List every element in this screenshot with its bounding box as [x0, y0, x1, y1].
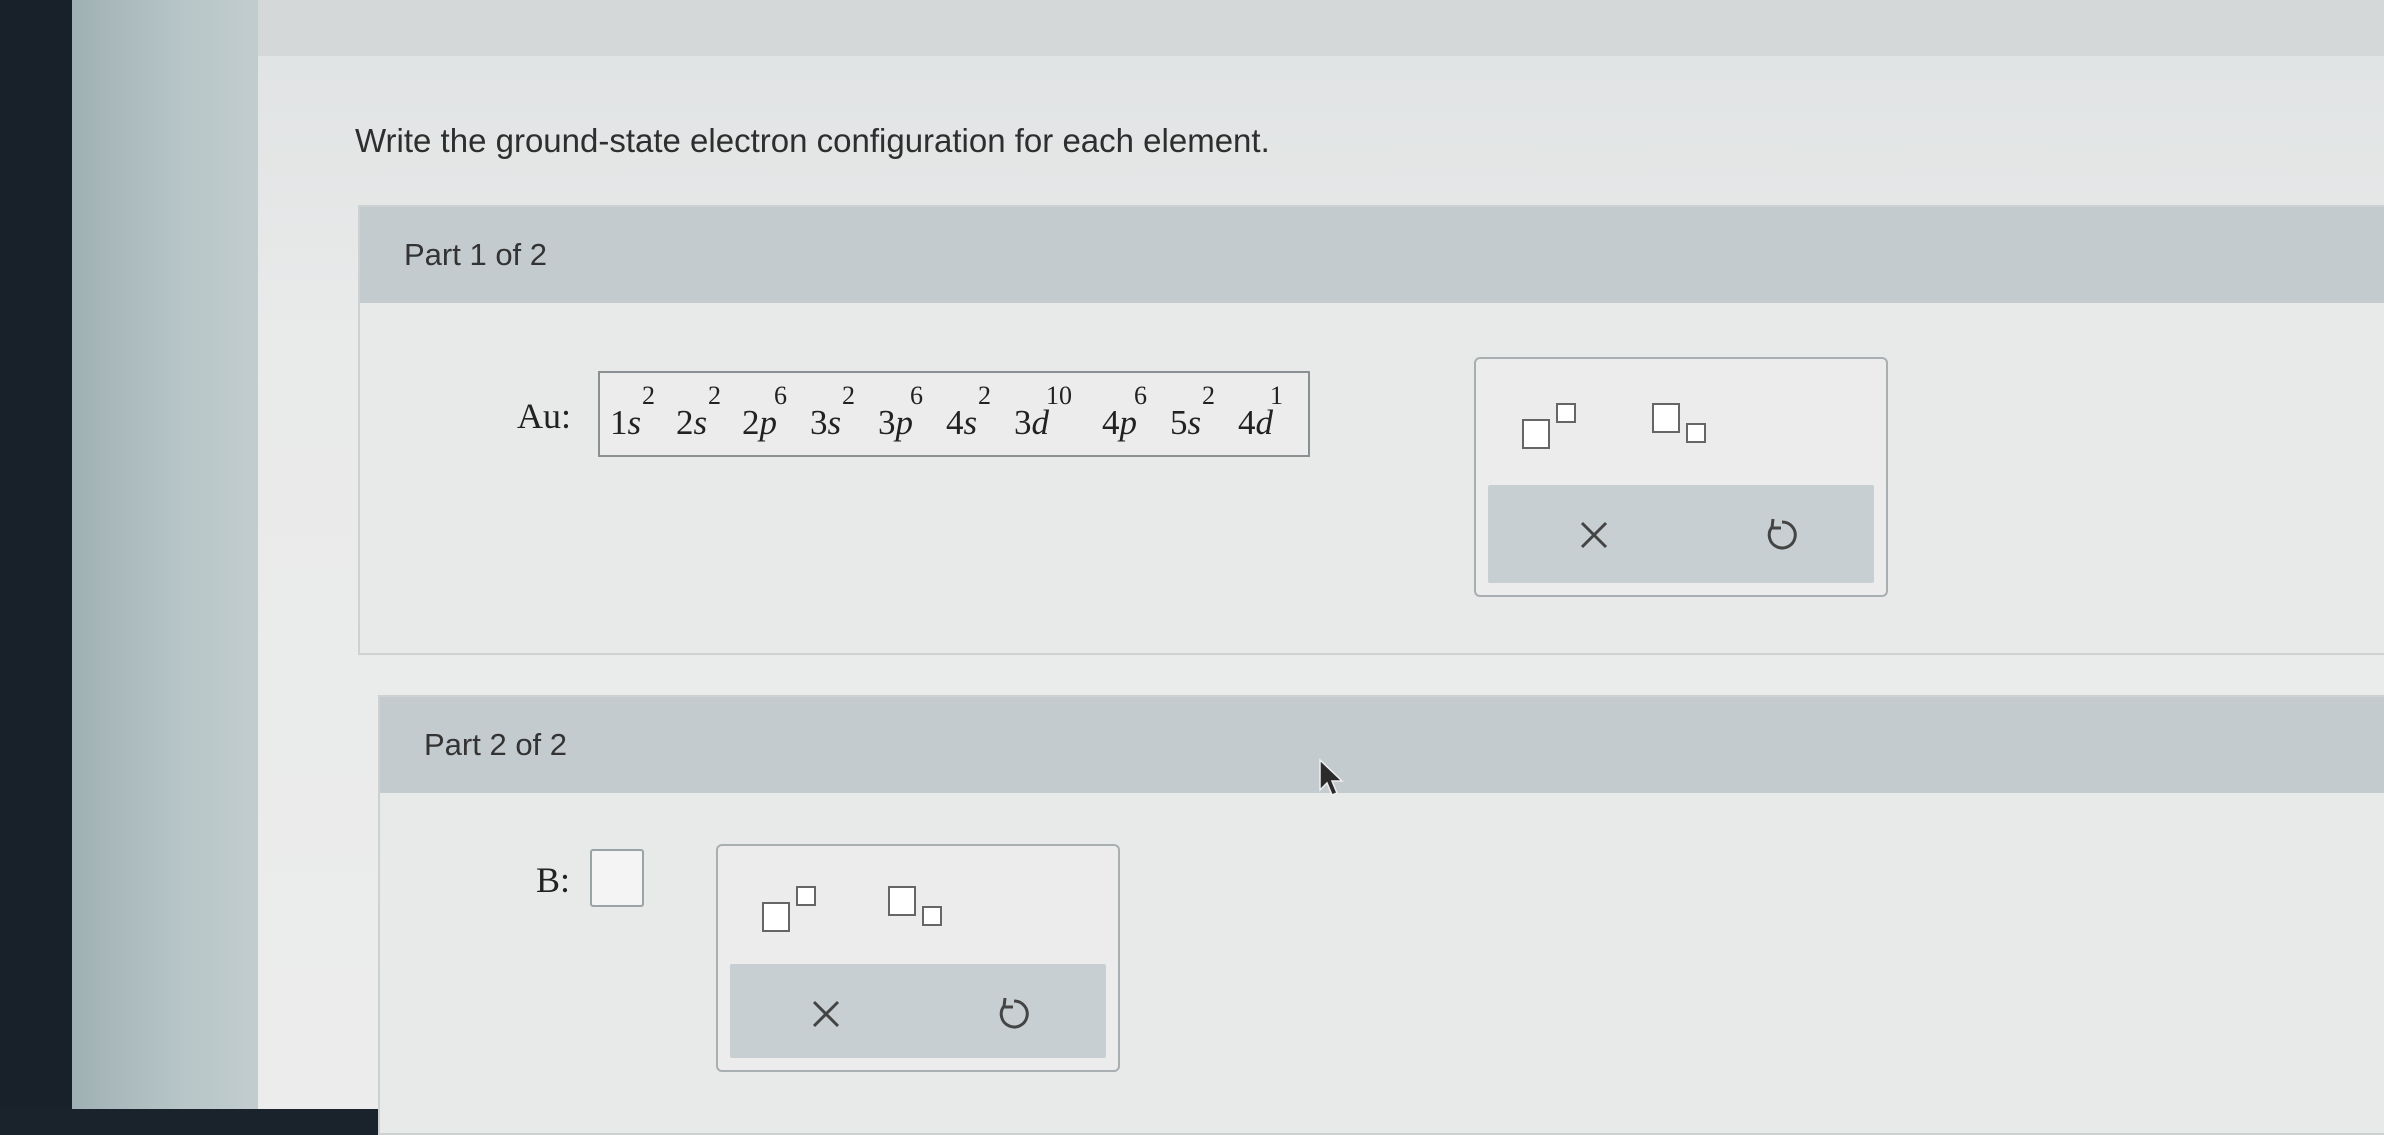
config-term-base: 4p [1102, 403, 1137, 442]
answer-field-au[interactable]: 1s 2 2s 2 2p 6 3s 2 3p 6 4s 2 3d 10 4p 6 5s 2 4d 1 [598, 371, 1310, 457]
action-bar [730, 964, 1106, 1058]
config-term-base: 5s [1170, 403, 1202, 442]
undo-icon[interactable] [1760, 515, 1800, 555]
config-term: 3p 6 [878, 373, 944, 457]
config-term: 2s 2 [676, 373, 742, 457]
part-1-header: Part 1 of 2 [360, 207, 2384, 303]
part-1-panel: Part 1 of 2 Au: 1s 2 2s 2 2p 6 3s 2 3p 6 4s 2 3d 10 4p… [358, 205, 2384, 655]
monitor-bezel [0, 0, 80, 1109]
config-term-base: 2p [742, 403, 777, 442]
config-term-exponent: 1 [1270, 381, 1283, 410]
subscript-template-icon[interactable] [1652, 399, 1712, 455]
config-term-exponent: 6 [910, 381, 923, 410]
superscript-template-icon[interactable] [762, 882, 822, 938]
config-term: 5s 2 [1170, 373, 1236, 457]
mouse-cursor-icon [1319, 758, 1344, 796]
config-term-exponent: 2 [842, 381, 855, 410]
superscript-template-icon[interactable] [1522, 399, 1582, 455]
screen: Write the ground-state electron configur… [258, 0, 2384, 1135]
template-row [718, 846, 1118, 966]
part-2-panel: Part 2 of 2 B: [378, 695, 2384, 1135]
config-term-exponent: 6 [774, 381, 787, 410]
top-strip [258, 0, 2384, 56]
template-toolbox-part2 [716, 844, 1120, 1072]
config-term-base: 3s [810, 403, 842, 442]
config-term: 1s 2 [610, 373, 676, 457]
config-term-base: 1s [610, 403, 642, 442]
config-term: 3d 10 [1014, 373, 1080, 457]
config-term: 4d 1 [1238, 373, 1304, 457]
template-toolbox-part1 [1474, 357, 1888, 597]
config-term-base: 4s [946, 403, 978, 442]
config-term: 4p 6 [1102, 373, 1168, 457]
config-term-base: 3d [1014, 403, 1049, 442]
config-term: 2p 6 [742, 373, 808, 457]
config-term-exponent: 2 [978, 381, 991, 410]
undo-icon[interactable] [992, 994, 1032, 1034]
config-term-base: 3p [878, 403, 913, 442]
config-term-exponent: 10 [1046, 381, 1072, 410]
template-row [1476, 359, 1886, 479]
config-term-exponent: 2 [642, 381, 655, 410]
answer-field-b[interactable] [590, 849, 644, 907]
config-term-base: 4d [1238, 403, 1273, 442]
subscript-template-icon[interactable] [888, 882, 948, 938]
part-1-title: Part 1 of 2 [404, 237, 548, 272]
element-label-au: Au: [517, 396, 571, 436]
action-bar [1488, 485, 1874, 583]
part-2-title: Part 2 of 2 [424, 727, 568, 762]
part-2-header: Part 2 of 2 [380, 697, 2384, 793]
question-text: Write the ground-state electron configur… [355, 122, 1270, 159]
clear-x-icon[interactable] [1574, 515, 1614, 555]
config-term-exponent: 2 [1202, 381, 1215, 410]
clear-x-icon[interactable] [806, 994, 846, 1034]
config-term-exponent: 6 [1134, 381, 1147, 410]
element-label-b: B: [536, 860, 571, 900]
left-gutter [72, 0, 262, 1109]
config-term-base: 2s [676, 403, 708, 442]
config-term-exponent: 2 [708, 381, 721, 410]
config-term: 3s 2 [810, 373, 876, 457]
config-term: 4s 2 [946, 373, 1012, 457]
